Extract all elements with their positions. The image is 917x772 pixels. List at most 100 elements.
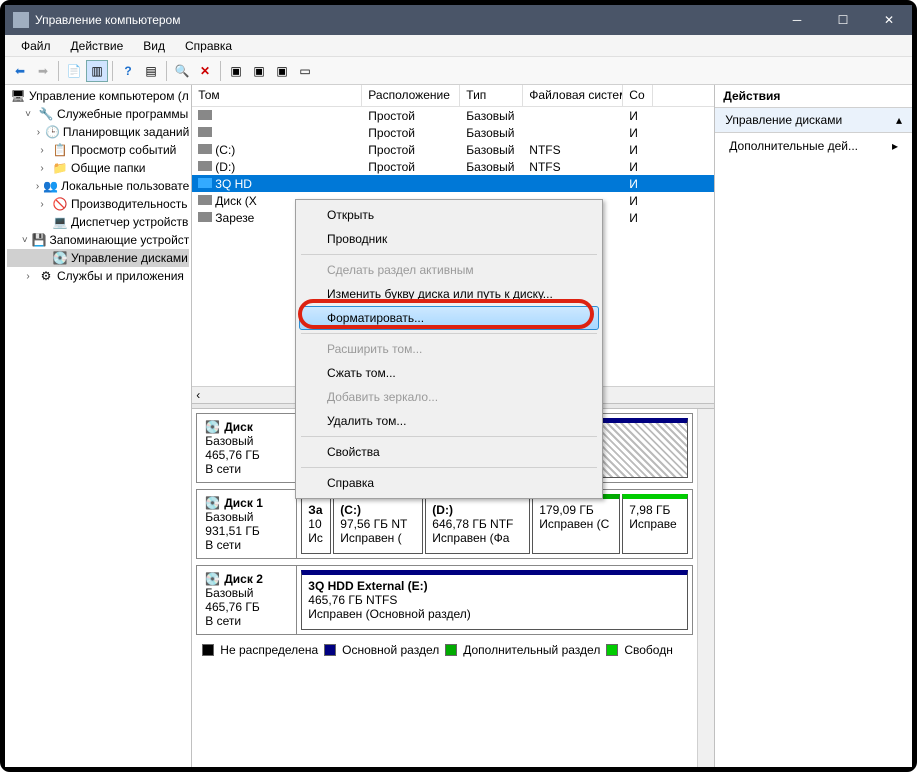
volume-row[interactable]: (D:)ПростойБазовыйNTFSИ [192, 158, 714, 175]
maximize-button[interactable]: ☐ [820, 5, 866, 35]
disk-1-part-2[interactable]: (D:)646,78 ГБ NTFИсправен (Фа [425, 494, 530, 554]
tree-services-label: Службы и приложения [57, 269, 184, 283]
disk-2-part-0-size: 465,76 ГБ NTFS [308, 593, 681, 607]
volume-row[interactable]: (C:)ПростойБазовыйNTFSИ [192, 141, 714, 158]
disk-1-size: 931,51 ГБ [205, 524, 288, 538]
disk-1-part-1[interactable]: (C:)97,56 ГБ NTИсправен ( [333, 494, 423, 554]
disk-1-status: В сети [205, 538, 288, 552]
menu-action[interactable]: Действие [61, 37, 134, 55]
tool-refresh-icon[interactable]: 🔍 [171, 60, 193, 82]
disk-2-size: 465,76 ГБ [205, 600, 288, 614]
actions-more[interactable]: Дополнительные дей... ▸ [715, 133, 912, 159]
volume-row[interactable]: ПростойБазовыйИ [192, 124, 714, 141]
navigation-tree: 🖥Управление компьютером (л ˅🔧Служебные п… [5, 85, 192, 767]
disk-vscroll[interactable] [697, 409, 714, 767]
ctx-format[interactable]: Форматировать... [299, 306, 599, 330]
col-type[interactable]: Тип [460, 85, 523, 106]
window-title: Управление компьютером [35, 13, 774, 27]
tree-eventvwr[interactable]: ›📋Просмотр событий [7, 141, 189, 159]
tool-panel-icon[interactable]: ▥ [86, 60, 108, 82]
actions-section-label: Управление дисками [725, 113, 842, 127]
tree-shared[interactable]: ›📁Общие папки [7, 159, 189, 177]
tool-properties-icon[interactable]: 📄 [63, 60, 85, 82]
ctx-help[interactable]: Справка [299, 471, 599, 495]
disk-0-status: В сети [205, 462, 288, 476]
ctx-open[interactable]: Открыть [299, 203, 599, 227]
tree-devmgr-label: Диспетчер устройств [71, 215, 188, 229]
minimize-button[interactable]: ─ [774, 5, 820, 35]
tree-shared-label: Общие папки [71, 161, 145, 175]
tree-devmgr[interactable]: 💻Диспетчер устройств [7, 213, 189, 231]
legend-free: Свободн [624, 643, 673, 657]
volume-row[interactable]: ПростойБазовыйИ [192, 107, 714, 124]
tree-systools[interactable]: ˅🔧Служебные программы [7, 105, 189, 123]
disk-2-part-0[interactable]: 3Q HDD External (E:) 465,76 ГБ NTFS Испр… [301, 570, 688, 630]
legend: Не распределена Основной раздел Дополнит… [196, 641, 693, 659]
disk-2[interactable]: 💽Диск 2 Базовый 465,76 ГБ В сети 3Q HDD … [196, 565, 693, 635]
disk-2-part-0-name: 3Q HDD External (E:) [308, 579, 427, 593]
disk-0-info: 💽Диск Базовый 465,76 ГБ В сети [197, 414, 297, 482]
disk-2-part-0-status: Исправен (Основной раздел) [308, 607, 681, 621]
disk-2-name: Диск 2 [224, 572, 263, 586]
legend-primary: Основной раздел [342, 643, 439, 657]
ctx-explorer[interactable]: Проводник [299, 227, 599, 251]
disk-1-part-3[interactable]: 179,09 ГБИсправен (С [532, 494, 620, 554]
disk-1-info: 💽Диск 1 Базовый 931,51 ГБ В сети [197, 490, 297, 558]
disk-1-part-0[interactable]: За10Ис [301, 494, 331, 554]
ctx-props[interactable]: Свойства [299, 440, 599, 464]
tree-root-label: Управление компьютером (л [29, 89, 189, 103]
menu-file[interactable]: Файл [11, 37, 61, 55]
help-icon[interactable]: ? [117, 60, 139, 82]
tool-d-icon[interactable]: ▭ [294, 60, 316, 82]
tree-users[interactable]: ›👥Локальные пользовате [7, 177, 189, 195]
tree-systools-label: Служебные программы [57, 107, 188, 121]
col-status[interactable]: Со [623, 85, 653, 106]
volume-row[interactable]: 3Q HDИ [192, 175, 714, 192]
menubar: Файл Действие Вид Справка [5, 35, 912, 57]
ctx-mirror: Добавить зеркало... [299, 385, 599, 409]
disk-1-part-4[interactable]: 7,98 ГБИсправе [622, 494, 688, 554]
col-fs[interactable]: Файловая система [523, 85, 623, 106]
disk-1[interactable]: 💽Диск 1 Базовый 931,51 ГБ В сети За10Ис … [196, 489, 693, 559]
disk-0-size: 465,76 ГБ [205, 448, 288, 462]
disk-0-type: Базовый [205, 434, 288, 448]
col-volume[interactable]: Том [192, 85, 362, 106]
tool-delete-icon[interactable]: ✕ [194, 60, 216, 82]
tree-users-label: Локальные пользовате [61, 179, 189, 193]
tree-eventvwr-label: Просмотр событий [71, 143, 176, 157]
tree-root[interactable]: 🖥Управление компьютером (л [7, 87, 189, 105]
volume-header: Том Расположение Тип Файловая система Со [192, 85, 714, 107]
ctx-delete[interactable]: Удалить том... [299, 409, 599, 433]
actions-section[interactable]: Управление дисками ▴ [715, 108, 912, 133]
tree-scheduler-label: Планировщик заданий [63, 125, 189, 139]
disk-1-type: Базовый [205, 510, 288, 524]
ctx-extend: Расширить том... [299, 337, 599, 361]
forward-button[interactable]: ➡ [32, 60, 54, 82]
tree-storage[interactable]: ˅💾Запоминающие устройст [7, 231, 189, 249]
close-button[interactable]: ✕ [866, 5, 912, 35]
tool-c-icon[interactable]: ▣ [271, 60, 293, 82]
actions-more-label: Дополнительные дей... [729, 139, 858, 153]
tool-b-icon[interactable]: ▣ [248, 60, 270, 82]
tree-perf-label: Производительность [71, 197, 187, 211]
col-location[interactable]: Расположение [362, 85, 460, 106]
ctx-shrink[interactable]: Сжать том... [299, 361, 599, 385]
tool-a-icon[interactable]: ▣ [225, 60, 247, 82]
ctx-letter[interactable]: Изменить букву диска или путь к диску... [299, 282, 599, 306]
context-menu: Открыть Проводник Сделать раздел активны… [295, 199, 603, 499]
legend-unalloc: Не распределена [220, 643, 318, 657]
app-icon [13, 12, 29, 28]
disk-0-name: Диск [224, 420, 253, 434]
disk-2-status: В сети [205, 614, 288, 628]
legend-extended: Дополнительный раздел [463, 643, 600, 657]
menu-help[interactable]: Справка [175, 37, 242, 55]
tree-diskmgmt[interactable]: 💽Управление дисками [7, 249, 189, 267]
disk-2-type: Базовый [205, 586, 288, 600]
tool-list-icon[interactable]: ▤ [140, 60, 162, 82]
back-button[interactable]: ⬅ [9, 60, 31, 82]
menu-view[interactable]: Вид [133, 37, 175, 55]
tree-services[interactable]: ›⚙Службы и приложения [7, 267, 189, 285]
titlebar: Управление компьютером ─ ☐ ✕ [5, 5, 912, 35]
tree-perf[interactable]: ›🚫Производительность [7, 195, 189, 213]
tree-scheduler[interactable]: ›🕒Планировщик заданий [7, 123, 189, 141]
